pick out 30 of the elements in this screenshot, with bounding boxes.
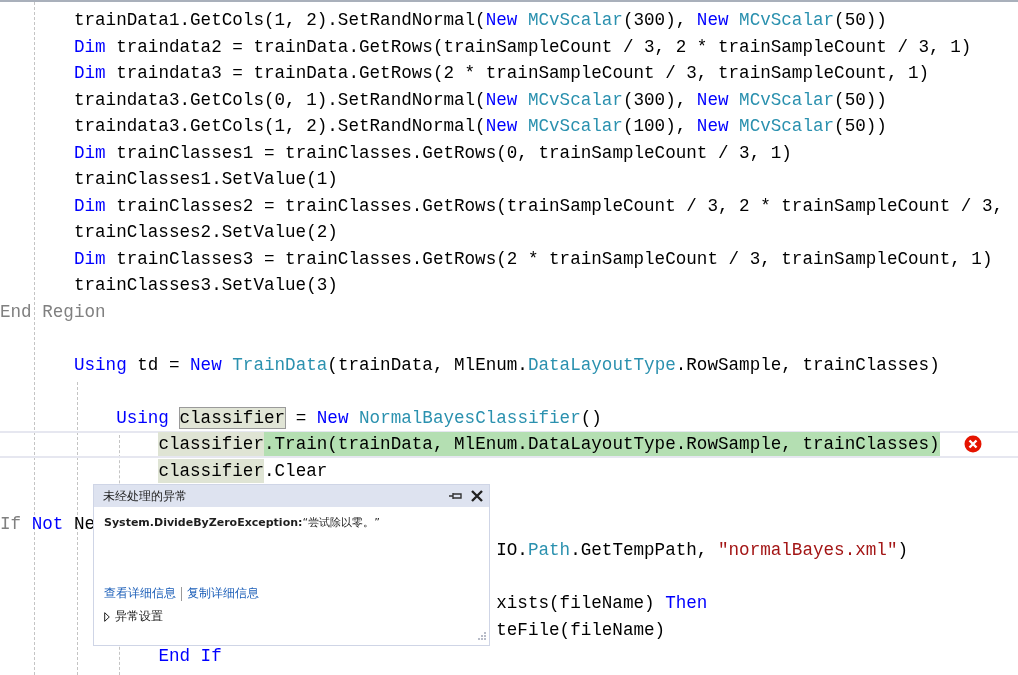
code-line: Dim trainClasses2 = trainClasses.GetRows(trainSampleCount / 3, 2 * trainSampleCount / 3, bbox=[73, 194, 1004, 218]
code-line: trainData1.GetCols(1, 2).SetRandNormal(New MCvScalar(300), New MCvScalar(50)) bbox=[73, 9, 887, 32]
code-line: classifier.Train(trainData, MlEnum.DataLayoutType.RowSample, trainClasses) bbox=[158, 431, 940, 458]
popup-link[interactable]: 查看详细信息 bbox=[104, 585, 176, 602]
code-line: teFile(fileName) bbox=[496, 618, 666, 642]
code-line: Dim trainClasses3 = trainClasses.GetRows(2 * trainSampleCount / 3, trainSampleCount, 1) bbox=[73, 247, 993, 271]
code-line: traindata3.GetCols(0, 1).SetRandNormal(New MCvScalar(300), New MCvScalar(50)) bbox=[73, 88, 887, 112]
code-line: Using td = New TrainData(trainData, MlEnum.DataLayoutType.RowSample, trainClasses) bbox=[73, 353, 940, 377]
code-line: IO.Path.GetTempPath, "normalBayes.xml") bbox=[496, 539, 909, 562]
code-line: Using classifier = New NormalBayesClassifier() bbox=[116, 406, 602, 430]
code-line: Dim trainClasses1 = trainClasses.GetRows(0, trainSampleCount / 3, 1) bbox=[73, 141, 792, 165]
close-icon[interactable] bbox=[471, 490, 483, 502]
collapsed-triangle-icon[interactable] bbox=[104, 611, 110, 622]
code-line: trainClasses2.SetValue(2) bbox=[73, 221, 338, 244]
resize-grip-icon[interactable] bbox=[476, 632, 486, 642]
code-line: End If bbox=[158, 645, 222, 668]
code-line: trainClasses1.SetValue(1) bbox=[73, 168, 338, 191]
code-line: trainClasses3.SetValue(3) bbox=[73, 274, 338, 297]
code-line: Dim traindata3 = trainData.GetRows(2 * trainSampleCount / 3, trainSampleCount, 1) bbox=[73, 62, 930, 85]
popup-link[interactable]: 复制详细信息 bbox=[187, 585, 259, 602]
exception-message: System.DivideByZeroException:“尝试除以零。” bbox=[104, 515, 381, 531]
code-line: classifier.Clear bbox=[158, 457, 328, 484]
code-line: End Region bbox=[0, 300, 106, 324]
pin-icon[interactable] bbox=[449, 491, 463, 501]
settings-label[interactable]: 异常设置 bbox=[115, 608, 163, 625]
code-line: traindata3.GetCols(1, 2).SetRandNormal(New MCvScalar(100), New MCvScalar(50)) bbox=[73, 115, 887, 138]
code-line: Dim traindata2 = trainData.GetRows(trainSampleCount / 3, 2 * trainSampleCount / 3, 1) bbox=[73, 35, 972, 59]
code-line: If Not Ne bbox=[0, 512, 96, 536]
popup-title: 未经处理的异常 bbox=[103, 488, 188, 504]
code-line: xists(fileName) Then bbox=[496, 592, 708, 615]
